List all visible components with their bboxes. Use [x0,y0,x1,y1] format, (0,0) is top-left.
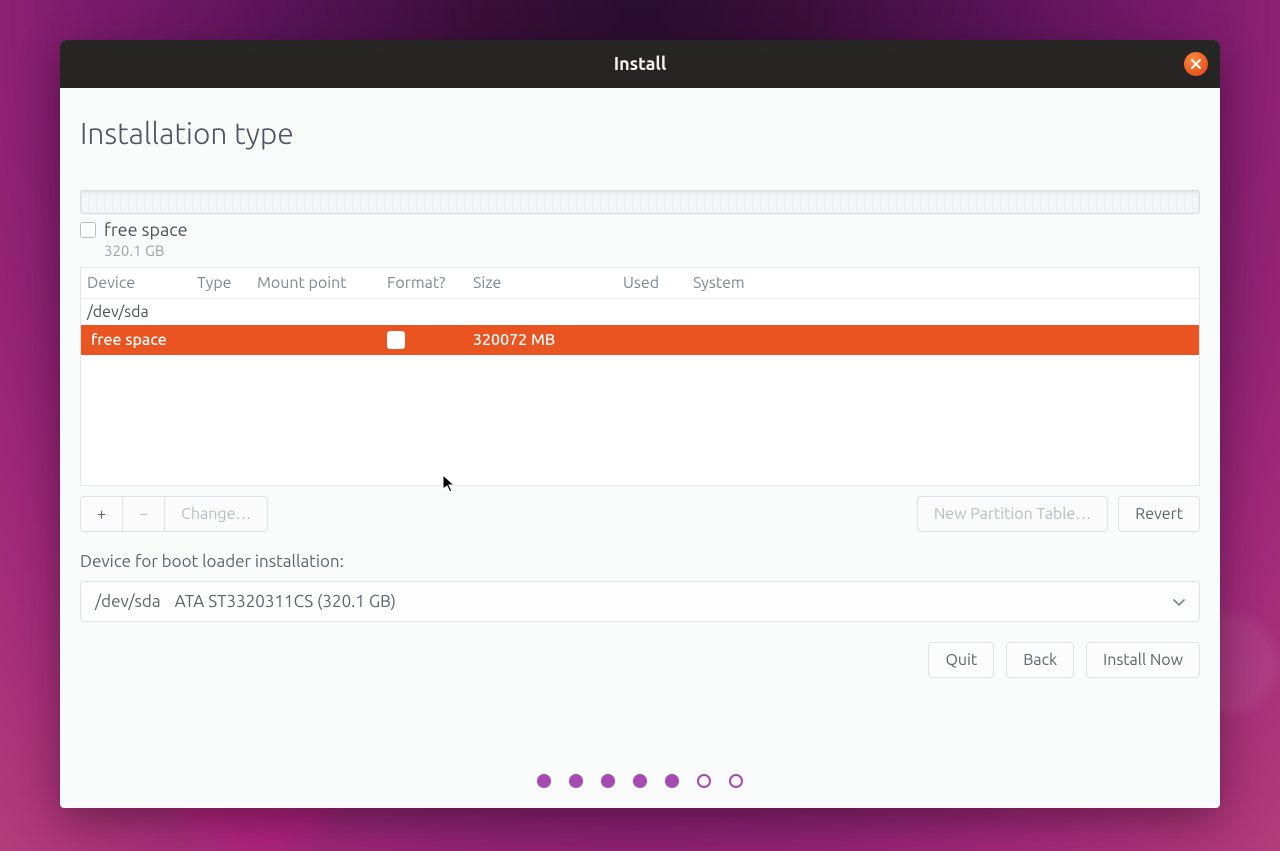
boot-loader-label: Device for boot loader installation: [80,552,1200,571]
quit-button[interactable]: Quit [928,642,994,678]
disk-name: /dev/sda [87,303,149,321]
progress-dot [569,774,583,788]
progress-dot [633,774,647,788]
boot-device-path: /dev/sda [95,592,161,611]
row-format-checkbox[interactable] [387,331,405,349]
col-system: System [693,274,1193,292]
remove-partition-button[interactable]: − [123,496,165,532]
partition-legend: free space [80,220,1200,240]
row-size: 320072 MB [473,331,623,349]
partition-row[interactable]: free space 320072 MB [81,325,1199,355]
boot-loader-section: Device for boot loader installation: /de… [80,552,1200,622]
add-partition-button[interactable]: + [80,496,123,532]
progress-dot [697,774,711,788]
titlebar: Install [60,40,1220,88]
col-type: Type [197,274,257,292]
partition-table-header: Device Type Mount point Format? Size Use… [81,268,1199,299]
installer-window: Install Installation type free space 320… [60,40,1220,808]
install-now-button[interactable]: Install Now [1086,642,1200,678]
progress-dot [665,774,679,788]
change-partition-button[interactable]: Change… [165,496,268,532]
back-button[interactable]: Back [1006,642,1074,678]
partition-table: Device Type Mount point Format? Size Use… [80,267,1200,486]
wizard-nav: Quit Back Install Now [80,642,1200,678]
partition-toolbar: + − Change… New Partition Table… Revert [80,496,1200,532]
partition-usage-bar[interactable] [80,190,1200,214]
partition-edit-group: + − Change… [80,496,268,532]
legend-size: 320.1 GB [104,242,1200,259]
partition-table-empty-area [81,355,1199,485]
new-partition-table-button[interactable]: New Partition Table… [917,496,1108,532]
revert-button[interactable]: Revert [1118,496,1200,532]
close-icon [1190,54,1202,74]
boot-device-desc: ATA ST3320311CS (320.1 GB) [175,592,396,611]
col-device: Device [87,274,197,292]
row-device: free space [87,331,197,349]
col-used: Used [623,274,693,292]
window-close-button[interactable] [1184,52,1208,76]
disk-row[interactable]: /dev/sda [81,299,1199,325]
legend-swatch-icon [80,222,96,238]
col-size: Size [473,274,623,292]
boot-loader-device-select[interactable]: /dev/sda ATA ST3320311CS (320.1 GB) [80,581,1200,622]
col-format: Format? [387,274,473,292]
legend-label: free space [104,220,188,240]
page-title: Installation type [80,116,1200,150]
progress-dots [80,748,1200,796]
progress-dot [601,774,615,788]
progress-dot [729,774,743,788]
content-area: Installation type free space 320.1 GB De… [60,88,1220,808]
progress-dot [537,774,551,788]
window-title: Install [614,54,667,74]
col-mount: Mount point [257,274,387,292]
chevron-down-icon [1173,592,1185,611]
